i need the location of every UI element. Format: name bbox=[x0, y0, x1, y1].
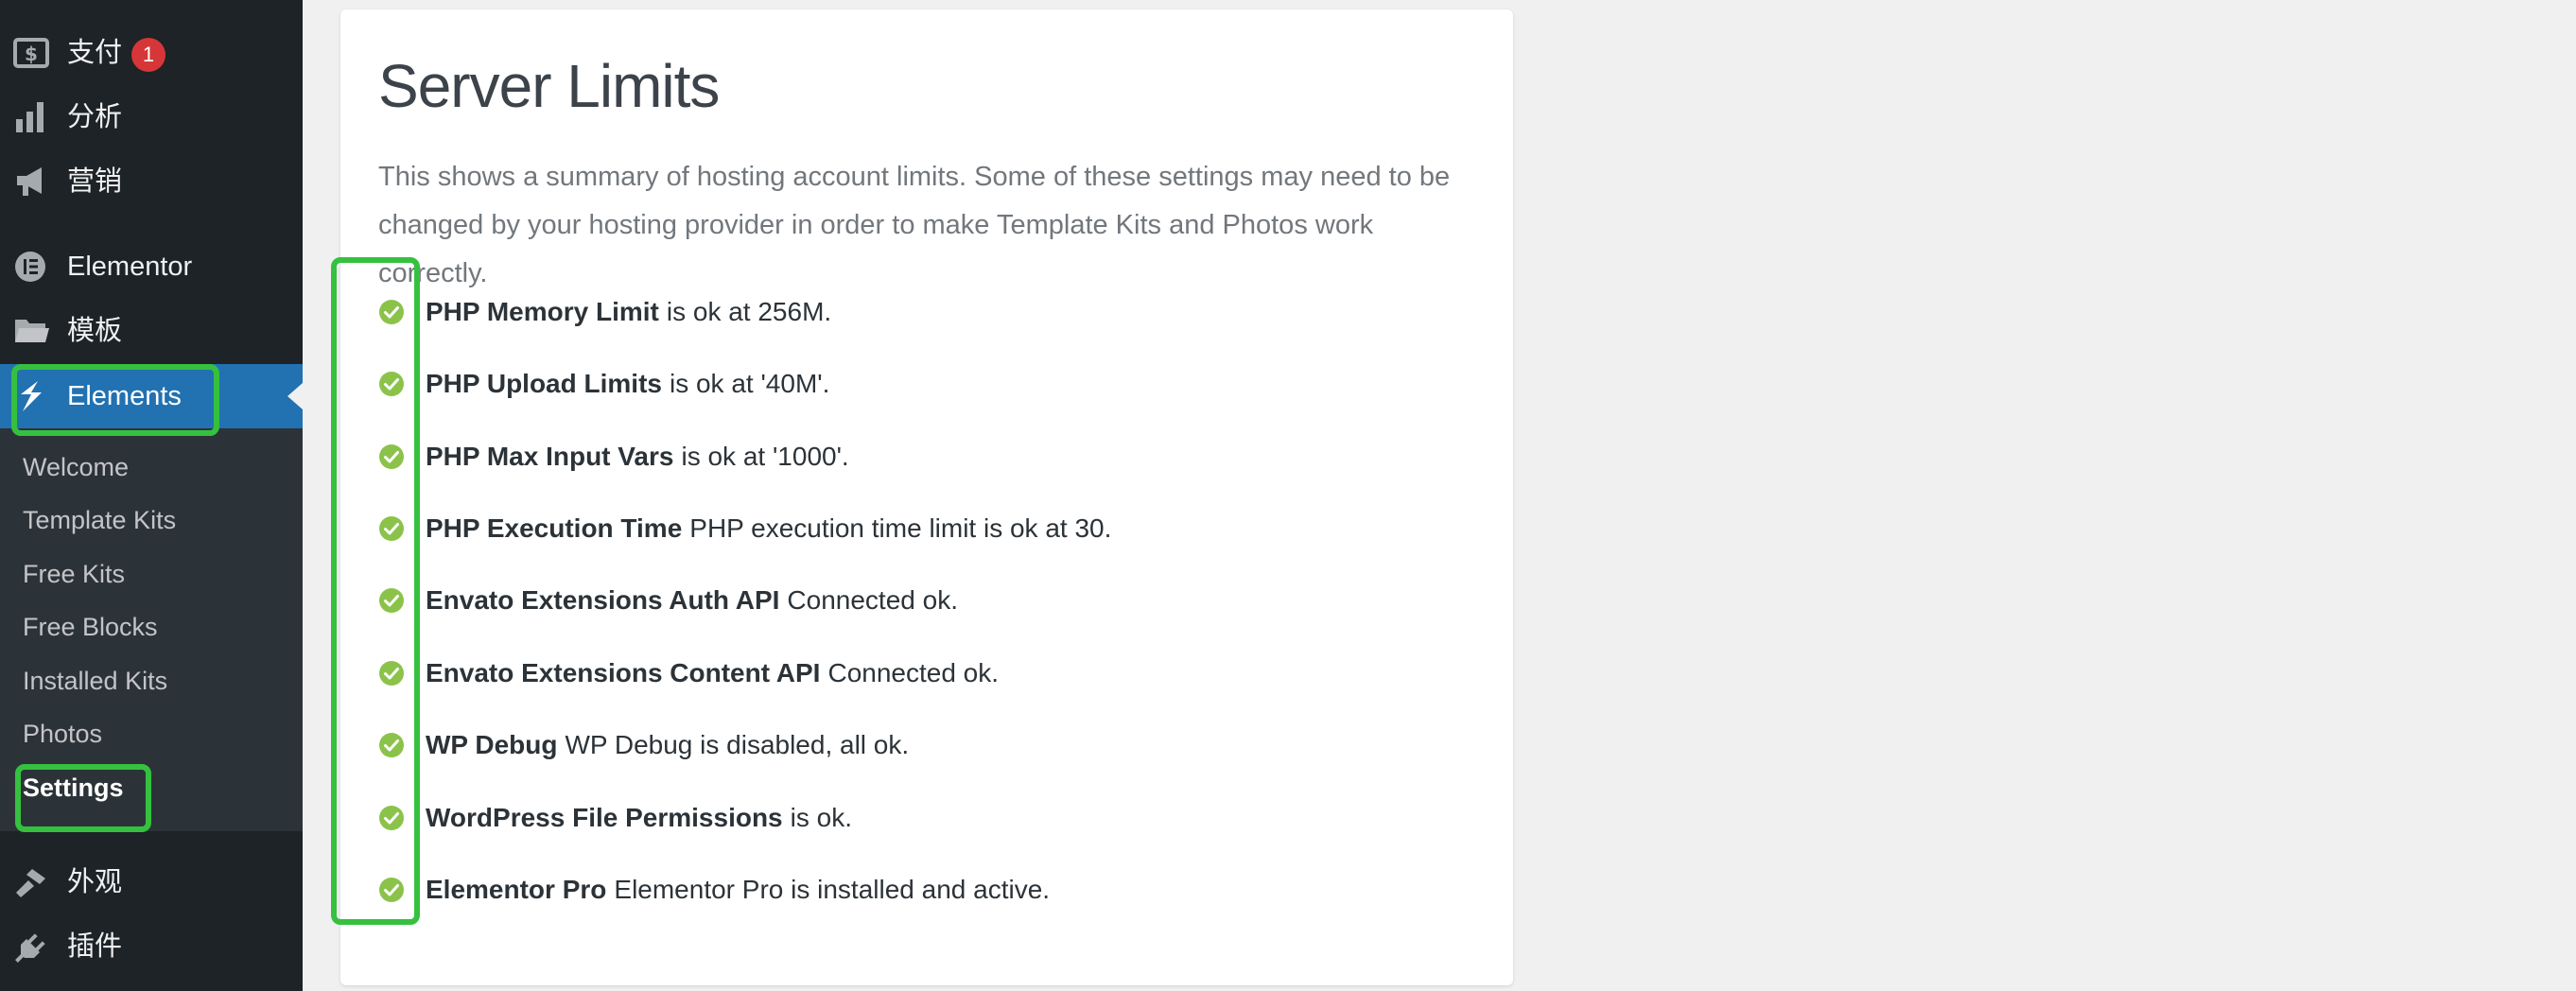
submenu-welcome[interactable]: Welcome bbox=[23, 445, 129, 489]
check-name: Elementor Pro bbox=[426, 875, 607, 904]
check-message: is ok. bbox=[790, 803, 852, 832]
check-circle-icon bbox=[378, 515, 405, 542]
check-message: WP Debug is disabled, all ok. bbox=[565, 730, 910, 759]
check-message: is ok at 256M. bbox=[666, 297, 832, 326]
check-circle-icon bbox=[378, 660, 405, 687]
submenu-free-kits[interactable]: Free Kits bbox=[23, 552, 125, 596]
svg-text:$: $ bbox=[25, 43, 38, 65]
check-message: PHP execution time limit is ok at 30. bbox=[689, 513, 1112, 543]
check-circle-icon bbox=[378, 877, 405, 903]
submenu-free-blocks[interactable]: Free Blocks bbox=[23, 605, 158, 649]
check-message: Connected ok. bbox=[787, 585, 958, 615]
check-message: is ok at '1000'. bbox=[681, 442, 849, 471]
menu-item-appearance[interactable]: 外观 bbox=[0, 850, 303, 914]
check-circle-icon bbox=[378, 587, 405, 614]
elements-icon bbox=[13, 379, 51, 413]
menu-label: 营销 bbox=[67, 166, 123, 197]
check-name: PHP Memory Limit bbox=[426, 297, 659, 326]
submenu-photos[interactable]: Photos bbox=[23, 712, 102, 756]
check-circle-icon bbox=[378, 443, 405, 470]
check-message: is ok at '40M'. bbox=[669, 369, 830, 398]
menu-item-marketing[interactable]: 营销 bbox=[0, 149, 303, 214]
dollar-icon: $ bbox=[13, 36, 51, 70]
check-name: PHP Max Input Vars bbox=[426, 442, 674, 471]
check-name: Envato Extensions Auth API bbox=[426, 585, 780, 615]
menu-label: 分析 bbox=[67, 102, 123, 132]
menu-label: Elementor bbox=[67, 252, 193, 282]
menu-item-elements[interactable]: Elements bbox=[0, 364, 303, 428]
elements-submenu: Welcome Template Kits Free Kits Free Blo… bbox=[0, 428, 303, 831]
page-title: Server Limits bbox=[378, 52, 720, 120]
current-menu-arrow bbox=[287, 383, 303, 409]
submenu-template-kits[interactable]: Template Kits bbox=[23, 498, 176, 542]
menu-item-plugins[interactable]: 插件 bbox=[0, 914, 303, 979]
menu-item-payments[interactable]: $ 支付 1 bbox=[0, 21, 303, 85]
plugin-icon bbox=[13, 930, 51, 964]
menu-item-templates[interactable]: 模板 bbox=[0, 299, 303, 363]
admin-sidebar: $ 支付 1 分析 营销 Elementor 模板 Elements Welco… bbox=[0, 0, 303, 991]
check-name: PHP Execution Time bbox=[426, 513, 683, 543]
menu-item-elementor[interactable]: Elementor bbox=[0, 235, 303, 299]
check-circle-icon bbox=[378, 299, 405, 325]
check-name: WP Debug bbox=[426, 730, 558, 759]
menu-label: Elements bbox=[67, 381, 182, 411]
megaphone-icon bbox=[13, 165, 51, 199]
check-circle-icon bbox=[378, 371, 405, 397]
check-message: Connected ok. bbox=[827, 658, 1000, 687]
check-message: Elementor Pro is installed and active. bbox=[614, 875, 1051, 904]
notification-badge: 1 bbox=[131, 38, 165, 72]
bar-chart-icon bbox=[13, 100, 51, 134]
check-name: Envato Extensions Content API bbox=[426, 658, 821, 687]
panel-description: This shows a summary of hosting account … bbox=[378, 162, 1451, 288]
check-circle-icon bbox=[378, 805, 405, 831]
menu-label: 插件 bbox=[67, 931, 123, 962]
folder-icon bbox=[13, 314, 51, 348]
menu-label: 外观 bbox=[67, 867, 123, 897]
paintbrush-icon bbox=[13, 865, 51, 899]
submenu-installed-kits[interactable]: Installed Kits bbox=[23, 659, 167, 703]
server-limits-panel: Server Limits This shows a summary of ho… bbox=[331, 9, 1513, 985]
elementor-icon bbox=[13, 250, 51, 284]
check-circle-icon bbox=[378, 732, 405, 758]
menu-item-analytics[interactable]: 分析 bbox=[0, 85, 303, 149]
check-name: PHP Upload Limits bbox=[426, 369, 662, 398]
menu-label: 模板 bbox=[67, 316, 123, 346]
check-name: WordPress File Permissions bbox=[426, 803, 783, 832]
highlight-box-checks bbox=[331, 257, 420, 925]
menu-label: 支付 bbox=[67, 38, 123, 68]
submenu-settings[interactable]: Settings bbox=[23, 766, 124, 809]
